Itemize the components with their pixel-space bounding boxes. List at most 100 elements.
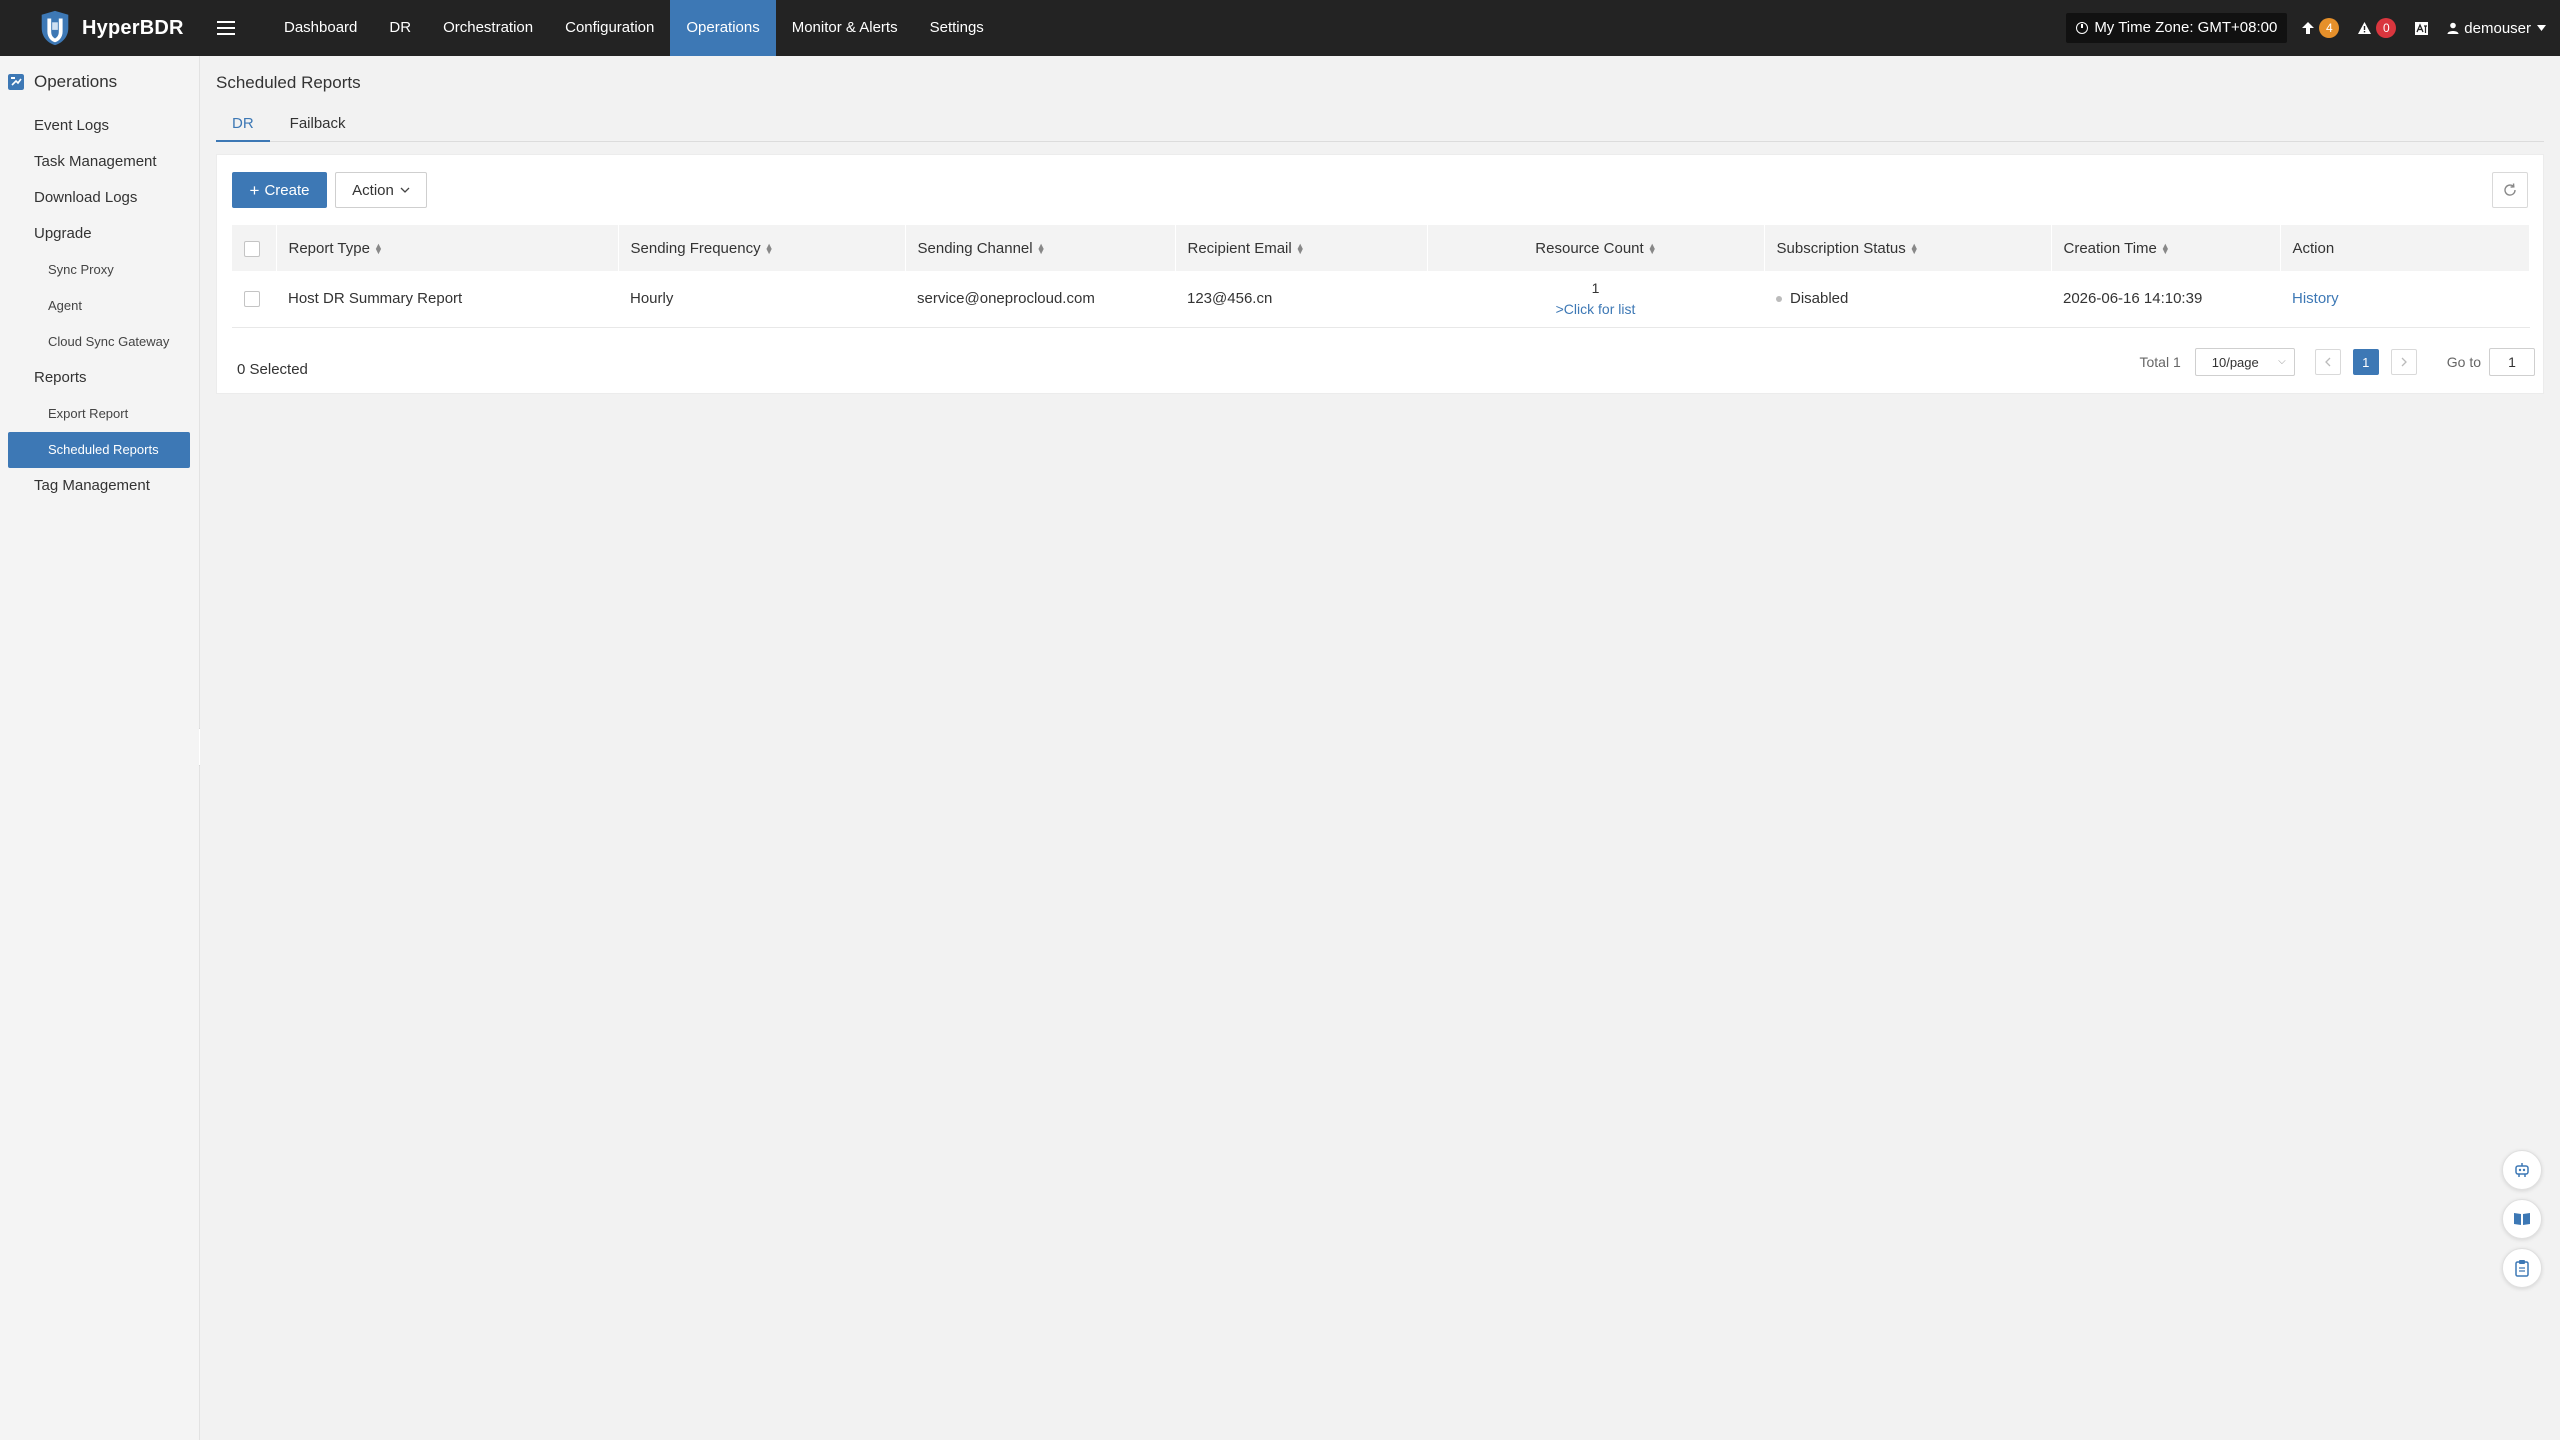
- cell-creation-time: 2026-06-16 14:10:39: [2063, 290, 2203, 308]
- nav-settings[interactable]: Settings: [914, 0, 1000, 56]
- sidebar-item-sync-proxy[interactable]: Sync Proxy: [0, 252, 199, 288]
- goto-label: Go to: [2446, 354, 2481, 370]
- operations-icon: [8, 74, 24, 90]
- header-resource-count-label: Resource Count: [1535, 239, 1644, 257]
- header-subscription-status[interactable]: Subscription Status ▲ ▼: [1764, 225, 2052, 271]
- cell-sending-frequency: Hourly: [630, 290, 674, 308]
- sidebar-item-cloud-sync-gateway[interactable]: Cloud Sync Gateway: [0, 324, 199, 360]
- docs-button[interactable]: [2502, 1199, 2542, 1239]
- translate-icon: [2415, 21, 2429, 35]
- plus-icon: +: [249, 180, 260, 200]
- header-sending-frequency-label: Sending Frequency: [630, 239, 761, 257]
- sidebar-item-tag-management[interactable]: Tag Management: [0, 468, 199, 504]
- page-number-button[interactable]: 1: [2352, 349, 2379, 375]
- sort-icon[interactable]: ▲ ▼: [1910, 241, 1919, 255]
- timezone-label: My Time Zone: GMT+08:00: [2094, 19, 2278, 36]
- sidebar-item-event-logs[interactable]: Event Logs: [0, 108, 199, 144]
- refresh-button[interactable]: [2492, 172, 2528, 208]
- cell-report-type: Host DR Summary Report: [288, 290, 463, 308]
- sidebar-item-upgrade[interactable]: Upgrade: [0, 216, 199, 252]
- header-sending-channel[interactable]: Sending Channel ▲ ▼: [905, 225, 1176, 271]
- row-checkbox[interactable]: [244, 291, 260, 308]
- selected-count: 0 Selected: [237, 361, 308, 378]
- sidebar-item-task-management[interactable]: Task Management: [0, 144, 199, 180]
- nav-configuration[interactable]: Configuration: [549, 0, 670, 56]
- cell-action: History: [2280, 271, 2530, 327]
- sidebar: Operations Event Logs Task Management Do…: [0, 56, 200, 1440]
- header-report-type[interactable]: Report Type ▲ ▼: [276, 225, 619, 271]
- create-button[interactable]: + Create: [232, 172, 327, 208]
- upgrade-notifications[interactable]: 4: [2301, 18, 2340, 38]
- tab-dr[interactable]: DR: [216, 112, 270, 142]
- select-all-checkbox[interactable]: [244, 240, 260, 257]
- header-resource-count[interactable]: Resource Count ▲ ▼: [1427, 225, 1765, 271]
- table-header-row: Report Type ▲ ▼ Sending Frequency ▲ ▼ Sendin…: [232, 225, 2530, 271]
- header-recipient-email-label: Recipient Email: [1187, 239, 1292, 257]
- cell-sending-channel: service@oneprocloud.com: [917, 290, 1095, 308]
- hyperbdr-logo-icon: [41, 10, 69, 46]
- nav-operations[interactable]: Operations: [670, 0, 776, 56]
- cell-subscription-status: Disabled: [1764, 271, 2051, 327]
- sidebar-item-download-logs[interactable]: Download Logs: [0, 180, 199, 216]
- timezone-button[interactable]: My Time Zone: GMT+08:00: [2066, 13, 2288, 43]
- app-name: HyperBDR: [82, 16, 184, 39]
- status-dot: [1776, 296, 1782, 303]
- action-dropdown-label: Action: [352, 181, 394, 199]
- main-nav: Dashboard DR Orchestration Configuration…: [268, 0, 1000, 56]
- resource-count-value: 1: [1591, 279, 1600, 296]
- book-icon: [2514, 1213, 2530, 1225]
- sort-icon[interactable]: ▲ ▼: [2161, 241, 2170, 255]
- assistant-button[interactable]: [2502, 1150, 2542, 1190]
- cell-resource-count: 1 >Click for list: [1427, 271, 1764, 327]
- robot-icon: [2515, 1163, 2529, 1177]
- nav-dashboard[interactable]: Dashboard: [268, 0, 373, 56]
- alert-count-badge: 0: [2376, 18, 2397, 38]
- status-text: Disabled: [1790, 290, 1849, 308]
- header-creation-time[interactable]: Creation Time ▲ ▼: [2051, 225, 2281, 271]
- nav-dr[interactable]: DR: [373, 0, 427, 56]
- resource-list-link[interactable]: >Click for list: [1427, 299, 1764, 320]
- page-size-select[interactable]: 10/page ⌵: [2194, 348, 2295, 376]
- warning-icon: [2358, 22, 2372, 34]
- nav-orchestration[interactable]: Orchestration: [427, 0, 549, 56]
- table-row: Host DR Summary Report Hourly service@on…: [232, 271, 2530, 327]
- header-checkbox-cell: [232, 225, 277, 271]
- sidebar-item-reports[interactable]: Reports: [0, 360, 199, 396]
- chevron-down-icon: [400, 187, 410, 193]
- chevron-right-icon: [2401, 357, 2407, 367]
- user-menu[interactable]: demouser: [2447, 20, 2546, 37]
- history-link[interactable]: History: [2292, 290, 2339, 307]
- logo[interactable]: HyperBDR: [0, 0, 196, 56]
- total-count: Total 1: [2139, 354, 2181, 370]
- hamburger-menu-icon[interactable]: [196, 0, 256, 56]
- sidebar-section-header: Operations: [0, 56, 199, 108]
- tab-failback[interactable]: Failback: [274, 112, 362, 142]
- sidebar-item-agent[interactable]: Agent: [0, 288, 199, 324]
- prev-page-button[interactable]: [2314, 349, 2341, 375]
- sidebar-section-title: Operations: [34, 72, 118, 91]
- reports-table: Report Type ▲ ▼ Sending Frequency ▲ ▼ Sendin…: [232, 225, 2530, 328]
- header-creation-time-label: Creation Time: [2063, 239, 2157, 257]
- sort-icon[interactable]: ▲ ▼: [1648, 241, 1657, 255]
- action-dropdown[interactable]: Action: [335, 172, 427, 208]
- arrow-up-icon: [2302, 22, 2315, 34]
- sort-icon[interactable]: ▲ ▼: [1037, 241, 1046, 255]
- row-checkbox-cell: [232, 271, 276, 327]
- sort-icon[interactable]: ▲ ▼: [1296, 241, 1305, 255]
- sort-icon[interactable]: ▲ ▼: [374, 241, 383, 255]
- top-bar: HyperBDR Dashboard DR Orchestration Conf…: [0, 0, 2560, 56]
- goto-page-input[interactable]: 1: [2489, 348, 2535, 376]
- header-sending-frequency[interactable]: Sending Frequency ▲ ▼: [618, 225, 906, 271]
- sidebar-item-export-report[interactable]: Export Report: [0, 396, 199, 432]
- main-content: Scheduled Reports DR Failback + Create A…: [200, 56, 2560, 1440]
- tab-bar: DR Failback: [216, 112, 2544, 142]
- clipboard-button[interactable]: [2502, 1248, 2542, 1288]
- nav-monitor-alerts[interactable]: Monitor & Alerts: [776, 0, 914, 56]
- sort-icon[interactable]: ▲ ▼: [765, 241, 774, 255]
- chevron-down-icon: ⌵: [2278, 356, 2286, 367]
- header-recipient-email[interactable]: Recipient Email ▲ ▼: [1175, 225, 1428, 271]
- next-page-button[interactable]: [2390, 349, 2417, 375]
- language-switch[interactable]: [2414, 21, 2429, 36]
- sidebar-item-scheduled-reports[interactable]: Scheduled Reports: [8, 432, 190, 468]
- alert-notifications[interactable]: 0: [2357, 18, 2397, 38]
